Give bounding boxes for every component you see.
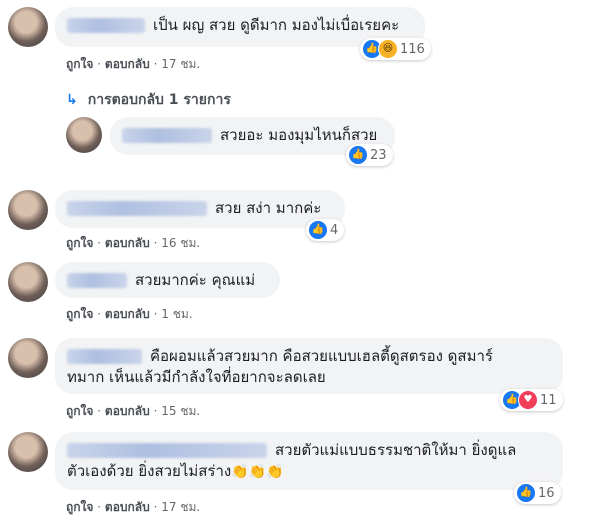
timestamp[interactable]: 17 ชม. <box>161 500 200 514</box>
comment-actions: ถูกใจ · ตอบกลับ · 1 ชม. <box>66 305 193 324</box>
comment-bubble: สวยมากค่ะ คุณแม่ <box>55 262 280 298</box>
reaction-count: 11 <box>540 392 557 408</box>
author-name-blurred[interactable] <box>122 128 212 143</box>
reaction-summary[interactable]: 👍 😆 116 <box>360 38 431 60</box>
avatar[interactable] <box>8 262 48 302</box>
timestamp[interactable]: 17 ชม. <box>161 57 200 71</box>
separator: · <box>97 307 102 321</box>
reaction-count: 23 <box>370 147 387 163</box>
comment-actions: ถูกใจ · ตอบกลับ · 17 ชม. <box>66 498 200 517</box>
separator: · <box>153 500 158 514</box>
reaction-count: 16 <box>538 485 555 501</box>
comment-bubble: สวย สง่า มากค่ะ <box>55 190 345 228</box>
reply-link[interactable]: ตอบกลับ <box>105 404 150 418</box>
like-icon: 👍 <box>516 483 536 503</box>
comment-text: เป็น ผญ สวย ดูดีมาก มองไม่เบื่อเรยคะ <box>153 16 400 34</box>
separator: · <box>153 236 158 250</box>
comment-bubble: สวยตัวแม่แบบธรรมชาติให้มา ยิ่งดูแล ตัวเอ… <box>55 432 563 490</box>
separator: · <box>97 236 102 250</box>
reaction-count: 116 <box>400 41 425 57</box>
reply-link[interactable]: ตอบกลับ <box>105 500 150 514</box>
reply-link[interactable]: ตอบกลับ <box>105 57 150 71</box>
timestamp[interactable]: 1 ชม. <box>161 307 192 321</box>
reply-link[interactable]: ตอบกลับ <box>105 307 150 321</box>
haha-icon: 😆 <box>378 39 398 59</box>
comment-text-line1: คือผอมแล้วสวยมาก คือสวยแบบเฮลตี้ดูสตรอง … <box>150 347 493 365</box>
author-name-blurred[interactable] <box>67 18 145 33</box>
avatar[interactable] <box>66 117 102 153</box>
comment-bubble: คือผอมแล้วสวยมาก คือสวยแบบเฮลตี้ดูสตรอง … <box>55 338 563 394</box>
like-link[interactable]: ถูกใจ <box>66 500 93 514</box>
love-icon: ♥ <box>518 390 538 410</box>
avatar[interactable] <box>8 7 48 47</box>
avatar[interactable] <box>8 432 48 472</box>
reaction-count: 4 <box>330 222 339 238</box>
comment-actions: ถูกใจ · ตอบกลับ · 15 ชม. <box>66 402 200 421</box>
separator: · <box>97 57 102 71</box>
reaction-summary[interactable]: 👍 ♥ 11 <box>500 389 563 411</box>
separator: · <box>153 404 158 418</box>
like-icon: 👍 <box>348 145 368 165</box>
separator: · <box>97 500 102 514</box>
reaction-summary[interactable]: 👍 4 <box>306 219 345 241</box>
comment-actions: ถูกใจ · ตอบกลับ · 17 ชม. <box>66 55 200 74</box>
like-link[interactable]: ถูกใจ <box>66 236 93 250</box>
replies-label: การตอบกลับ 1 รายการ <box>87 92 231 108</box>
comment-text: สวยอะ มองมุมไหนก็สวย <box>220 126 378 144</box>
like-link[interactable]: ถูกใจ <box>66 404 93 418</box>
author-name-blurred[interactable] <box>67 201 207 216</box>
comment-text-line2: ตัวเองด้วย ยิ่งสวยไม่สร่าง <box>67 462 232 480</box>
comment-text-line1: สวยตัวแม่แบบธรรมชาติให้มา ยิ่งดูแล <box>275 441 517 459</box>
view-replies-link[interactable]: ↳ การตอบกลับ 1 รายการ <box>66 89 231 111</box>
separator: · <box>97 404 102 418</box>
reaction-summary[interactable]: 👍 23 <box>346 144 393 166</box>
reply-link[interactable]: ตอบกลับ <box>105 236 150 250</box>
like-link[interactable]: ถูกใจ <box>66 57 93 71</box>
reply-arrow-icon: ↳ <box>66 92 78 108</box>
avatar[interactable] <box>8 190 48 230</box>
reaction-summary[interactable]: 👍 16 <box>514 482 561 504</box>
author-name-blurred[interactable] <box>67 349 142 364</box>
comment-text-line2: ทมาก เห็นแล้วมีกำลังใจที่อยากจะลดเลย <box>67 368 326 386</box>
comment-text: สวยมากค่ะ คุณแม่ <box>135 271 256 289</box>
comment-text: สวย สง่า มากค่ะ <box>215 199 322 217</box>
timestamp[interactable]: 16 ชม. <box>161 236 200 250</box>
author-name-blurred[interactable] <box>67 273 127 288</box>
separator: · <box>153 307 158 321</box>
comment-actions: ถูกใจ · ตอบกลับ · 16 ชม. <box>66 234 200 253</box>
like-link[interactable]: ถูกใจ <box>66 307 93 321</box>
like-icon: 👍 <box>308 220 328 240</box>
author-name-blurred[interactable] <box>67 443 267 458</box>
timestamp[interactable]: 15 ชม. <box>161 404 200 418</box>
separator: · <box>153 57 158 71</box>
clapping-hands-icon: 👏👏👏 <box>231 464 284 480</box>
avatar[interactable] <box>8 338 48 378</box>
